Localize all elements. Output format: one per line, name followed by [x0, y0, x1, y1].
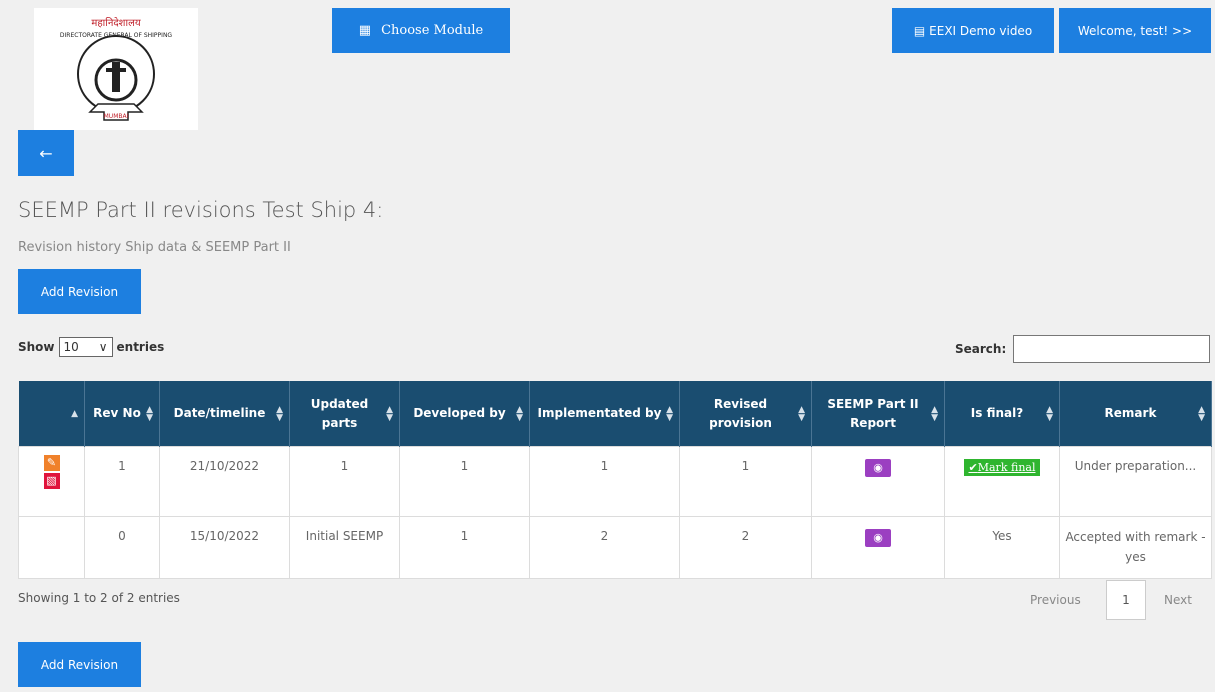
svg-text:MUMBAI: MUMBAI — [104, 113, 129, 120]
pagination-previous[interactable]: Previous — [1030, 593, 1081, 607]
row-actions: ✎ ▧ — [18, 446, 85, 517]
welcome-label: Welcome, test! >> — [1077, 23, 1193, 38]
row-actions — [18, 516, 85, 579]
welcome-user-button[interactable]: Welcome, test! >> — [1059, 8, 1211, 53]
choose-module-button[interactable]: ▦ Choose Module — [332, 8, 510, 53]
show-entries-control: Show 10 ∨ entries — [18, 337, 164, 357]
col-remark-header[interactable]: Remark ▲ ▼ — [1059, 381, 1212, 447]
page-subtitle: Revision history Ship data & SEEMP Part … — [18, 240, 291, 255]
choose-module-label: Choose Module — [381, 23, 484, 38]
sort-icon: ▲ ▼ — [516, 404, 523, 423]
cell-remark: Accepted with remark - yes — [1059, 516, 1212, 579]
add-revision-button-bottom[interactable]: Add Revision — [18, 642, 141, 687]
sort-icon: ▲ ▼ — [276, 404, 283, 423]
entries-value: 10 — [63, 340, 79, 354]
sort-icon: ▲ ▼ — [1198, 404, 1205, 423]
sort-icon: ▲ — [71, 408, 78, 419]
cell-developed-by: 1 — [399, 516, 530, 579]
sort-icon: ▲ ▼ — [1046, 404, 1053, 423]
table-row: 0 15/10/2022 Initial SEEMP 1 2 2 ◉ Yes A… — [18, 516, 1212, 579]
cell-rev-no: 0 — [84, 516, 160, 579]
add-revision-button[interactable]: Add Revision — [18, 269, 141, 314]
entries-select[interactable]: 10 ∨ — [58, 337, 113, 357]
sort-icon: ▲ ▼ — [931, 404, 938, 423]
grid-icon: ▦ — [358, 23, 372, 38]
cell-report: ◉ — [811, 446, 945, 517]
page-title: SEEMP Part II revisions Test Ship 4: — [18, 198, 384, 222]
col-report-header[interactable]: SEEMP Part II Report ▲ ▼ — [811, 381, 945, 447]
cell-implemented-by: 2 — [529, 516, 680, 579]
cell-date: 15/10/2022 — [159, 516, 290, 579]
cell-revised-provision: 2 — [679, 516, 812, 579]
show-label: Show — [18, 340, 55, 354]
col-is-final-header[interactable]: Is final? ▲ ▼ — [944, 381, 1060, 447]
pagination-page-1[interactable]: 1 — [1106, 580, 1146, 620]
sort-icon: ▲ ▼ — [798, 404, 805, 423]
demo-video-label: EEXI Demo video — [929, 23, 1033, 38]
col-developed-by-header[interactable]: Developed by ▲ ▼ — [399, 381, 530, 447]
cell-developed-by: 1 — [399, 446, 530, 517]
chevron-down-icon: ∨ — [98, 340, 108, 354]
cell-updated-parts: Initial SEEMP — [289, 516, 400, 579]
table-info: Showing 1 to 2 of 2 entries — [18, 591, 180, 605]
eye-icon[interactable]: ◉ — [865, 529, 891, 547]
col-date-header[interactable]: Date/timeline ▲ ▼ — [159, 381, 290, 447]
cell-revised-provision: 1 — [679, 446, 812, 517]
table-row: ✎ ▧ 1 21/10/2022 1 1 1 1 ◉ ✔Mark final U… — [18, 446, 1212, 517]
cell-remark: Under preparation... — [1059, 446, 1212, 517]
col-implemented-by-header[interactable]: Implementated by ▲ ▼ — [529, 381, 680, 447]
pagination-next[interactable]: Next — [1164, 593, 1192, 607]
edit-icon[interactable]: ✎ — [43, 455, 60, 471]
svg-text:महानिदेशालय: महानिदेशालय — [91, 17, 140, 29]
entries-label: entries — [116, 340, 165, 354]
back-button[interactable]: ← — [18, 130, 74, 176]
eye-icon[interactable]: ◉ — [865, 459, 891, 477]
demo-video-button[interactable]: ▤ EEXI Demo video — [892, 8, 1054, 53]
mark-final-button[interactable]: ✔Mark final — [963, 459, 1041, 476]
film-icon: ▤ — [913, 23, 926, 38]
cell-rev-no: 1 — [84, 446, 160, 517]
table-header-row: ▲ Rev No ▲ ▼ Date/timeline ▲ ▼ Updated parts… — [18, 381, 1212, 447]
mark-final-label: Mark final — [977, 461, 1036, 474]
col-actions-header[interactable]: ▲ — [18, 381, 85, 447]
sort-icon: ▲ ▼ — [146, 404, 153, 423]
svg-text:DIRECTORATE GENERAL OF SHIPPIN: DIRECTORATE GENERAL OF SHIPPING — [60, 32, 173, 39]
cell-implemented-by: 1 — [529, 446, 680, 517]
col-rev-no-header[interactable]: Rev No ▲ ▼ — [84, 381, 160, 447]
cell-updated-parts: 1 — [289, 446, 400, 517]
col-revised-provision-header[interactable]: Revised provision ▲ ▼ — [679, 381, 812, 447]
search-label: Search: — [955, 342, 1007, 356]
revisions-table: ▲ Rev No ▲ ▼ Date/timeline ▲ ▼ Updated parts… — [18, 381, 1212, 579]
sort-icon: ▲ ▼ — [666, 404, 673, 423]
arrow-left-icon: ← — [39, 143, 53, 163]
cell-is-final: Yes — [944, 516, 1060, 579]
trash-icon[interactable]: ▧ — [43, 473, 60, 489]
col-updated-parts-header[interactable]: Updated parts ▲ ▼ — [289, 381, 400, 447]
dgs-logo: महानिदेशालय DIRECTORATE GENERAL OF SHIPP… — [34, 8, 198, 130]
cell-date: 21/10/2022 — [159, 446, 290, 517]
cell-is-final: ✔Mark final — [944, 446, 1060, 517]
sort-icon: ▲ ▼ — [386, 404, 393, 423]
cell-report: ◉ — [811, 516, 945, 579]
search-input[interactable] — [1013, 335, 1210, 363]
